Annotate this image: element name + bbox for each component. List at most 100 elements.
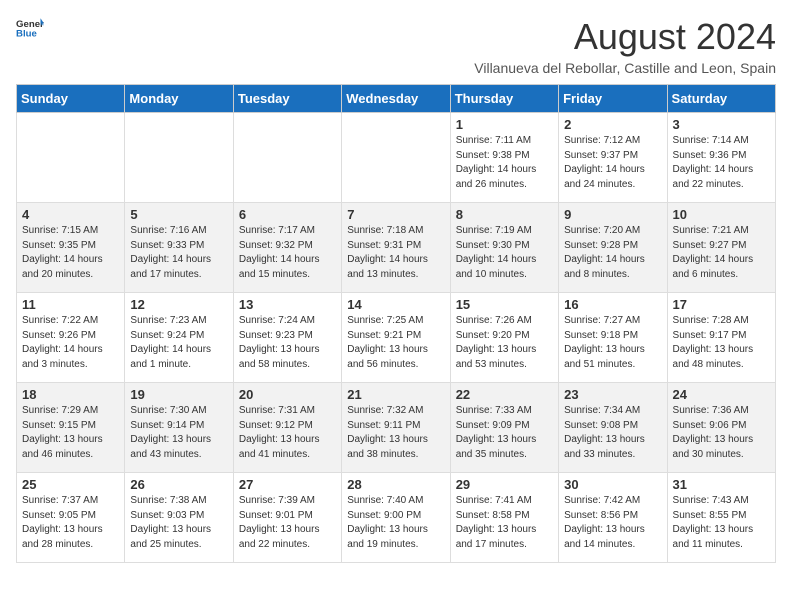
day-info: Sunrise: 7:16 AMSunset: 9:33 PMDaylight:…: [130, 224, 227, 282]
day-number: 24: [673, 387, 770, 402]
day-number: 21: [347, 387, 444, 402]
day-info: Sunrise: 7:37 AMSunset: 9:05 PMDaylight:…: [22, 494, 119, 552]
calendar-week-row: 18 Sunrise: 7:29 AMSunset: 9:15 PMDayligh…: [17, 383, 776, 473]
day-info: Sunrise: 7:24 AMSunset: 9:23 PMDaylight:…: [239, 314, 336, 372]
day-info: Sunrise: 7:29 AMSunset: 9:15 PMDaylight:…: [22, 404, 119, 462]
day-info: Sunrise: 7:19 AMSunset: 9:30 PMDaylight:…: [456, 224, 553, 282]
day-number: 9: [564, 207, 661, 222]
title-area: August 2024 Villanueva del Rebollar, Cas…: [474, 16, 776, 76]
calendar-cell: 1Sunrise: 7:11 AMSunset: 9:38 PMDaylight…: [450, 113, 558, 203]
weekday-header: Wednesday: [342, 85, 450, 113]
calendar-cell: 10 Sunrise: 7:21 AMSunset: 9:27 PMDayligh…: [667, 203, 775, 293]
day-info: Sunrise: 7:12 AMSunset: 9:37 PMDaylight:…: [564, 134, 661, 192]
weekday-header: Thursday: [450, 85, 558, 113]
day-number: 6: [239, 207, 336, 222]
calendar-cell: 21 Sunrise: 7:32 AMSunset: 9:11 PMDayligh…: [342, 383, 450, 473]
calendar-cell: 23 Sunrise: 7:34 AMSunset: 9:08 PMDayligh…: [559, 383, 667, 473]
calendar-cell: 6 Sunrise: 7:17 AMSunset: 9:32 PMDaylight…: [233, 203, 341, 293]
calendar-cell: 12Sunrise: 7:23 AMSunset: 9:24 PMDayligh…: [125, 293, 233, 383]
day-info: Sunrise: 7:20 AMSunset: 9:28 PMDaylight:…: [564, 224, 661, 282]
calendar-cell: 14 Sunrise: 7:25 AMSunset: 9:21 PMDayligh…: [342, 293, 450, 383]
logo-icon: General Blue: [16, 16, 44, 38]
day-number: 20: [239, 387, 336, 402]
day-number: 27: [239, 477, 336, 492]
day-info: Sunrise: 7:36 AMSunset: 9:06 PMDaylight:…: [673, 404, 770, 462]
day-info: Sunrise: 7:17 AMSunset: 9:32 PMDaylight:…: [239, 224, 336, 282]
calendar-cell: 29 Sunrise: 7:41 AMSunset: 8:58 PMDayligh…: [450, 473, 558, 563]
weekday-header: Friday: [559, 85, 667, 113]
day-number: 4: [22, 207, 119, 222]
day-number: 19: [130, 387, 227, 402]
day-number: 11: [22, 297, 119, 312]
day-number: 10: [673, 207, 770, 222]
calendar-cell: 31 Sunrise: 7:43 AMSunset: 8:55 PMDayligh…: [667, 473, 775, 563]
calendar-cell: 13Sunrise: 7:24 AMSunset: 9:23 PMDayligh…: [233, 293, 341, 383]
calendar-cell: 16 Sunrise: 7:27 AMSunset: 9:18 PMDayligh…: [559, 293, 667, 383]
day-number: 16: [564, 297, 661, 312]
calendar-week-row: 11 Sunrise: 7:22 AMSunset: 9:26 PMDayligh…: [17, 293, 776, 383]
day-number: 25: [22, 477, 119, 492]
page-header: General Blue August 2024 Villanueva del …: [16, 16, 776, 76]
day-info: Sunrise: 7:41 AMSunset: 8:58 PMDaylight:…: [456, 494, 553, 552]
calendar-cell: 22 Sunrise: 7:33 AMSunset: 9:09 PMDayligh…: [450, 383, 558, 473]
day-number: 15: [456, 297, 553, 312]
calendar-cell: [342, 113, 450, 203]
day-info: Sunrise: 7:25 AMSunset: 9:21 PMDaylight:…: [347, 314, 444, 372]
calendar-cell: 20 Sunrise: 7:31 AMSunset: 9:12 PMDayligh…: [233, 383, 341, 473]
day-info: Sunrise: 7:14 AMSunset: 9:36 PMDaylight:…: [673, 134, 770, 192]
day-info: Sunrise: 7:22 AMSunset: 9:26 PMDaylight:…: [22, 314, 119, 372]
day-info: Sunrise: 7:21 AMSunset: 9:27 PMDaylight:…: [673, 224, 770, 282]
calendar-cell: 26 Sunrise: 7:38 AMSunset: 9:03 PMDayligh…: [125, 473, 233, 563]
weekday-header-row: SundayMondayTuesdayWednesdayThursdayFrid…: [17, 85, 776, 113]
calendar-cell: 2Sunrise: 7:12 AMSunset: 9:37 PMDaylight…: [559, 113, 667, 203]
day-number: 14: [347, 297, 444, 312]
calendar-cell: [233, 113, 341, 203]
weekday-header: Monday: [125, 85, 233, 113]
day-info: Sunrise: 7:18 AMSunset: 9:31 PMDaylight:…: [347, 224, 444, 282]
calendar-cell: 30 Sunrise: 7:42 AMSunset: 8:56 PMDayligh…: [559, 473, 667, 563]
logo: General Blue: [16, 16, 44, 38]
calendar-cell: [125, 113, 233, 203]
day-info: Sunrise: 7:33 AMSunset: 9:09 PMDaylight:…: [456, 404, 553, 462]
day-number: 26: [130, 477, 227, 492]
svg-text:Blue: Blue: [16, 29, 37, 38]
day-number: 1: [456, 117, 553, 132]
day-info: Sunrise: 7:42 AMSunset: 8:56 PMDaylight:…: [564, 494, 661, 552]
calendar-cell: 3 Sunrise: 7:14 AMSunset: 9:36 PMDaylight…: [667, 113, 775, 203]
day-number: 3: [673, 117, 770, 132]
weekday-header: Saturday: [667, 85, 775, 113]
day-number: 12: [130, 297, 227, 312]
day-number: 22: [456, 387, 553, 402]
calendar-cell: 25 Sunrise: 7:37 AMSunset: 9:05 PMDayligh…: [17, 473, 125, 563]
month-title: August 2024: [474, 16, 776, 58]
calendar-cell: 27 Sunrise: 7:39 AMSunset: 9:01 PMDayligh…: [233, 473, 341, 563]
calendar-cell: 15 Sunrise: 7:26 AMSunset: 9:20 PMDayligh…: [450, 293, 558, 383]
day-number: 30: [564, 477, 661, 492]
day-info: Sunrise: 7:15 AMSunset: 9:35 PMDaylight:…: [22, 224, 119, 282]
day-number: 7: [347, 207, 444, 222]
day-info: Sunrise: 7:27 AMSunset: 9:18 PMDaylight:…: [564, 314, 661, 372]
calendar-cell: 17 Sunrise: 7:28 AMSunset: 9:17 PMDayligh…: [667, 293, 775, 383]
day-number: 8: [456, 207, 553, 222]
day-info: Sunrise: 7:43 AMSunset: 8:55 PMDaylight:…: [673, 494, 770, 552]
calendar-cell: 9 Sunrise: 7:20 AMSunset: 9:28 PMDaylight…: [559, 203, 667, 293]
calendar-week-row: 1Sunrise: 7:11 AMSunset: 9:38 PMDaylight…: [17, 113, 776, 203]
day-info: Sunrise: 7:39 AMSunset: 9:01 PMDaylight:…: [239, 494, 336, 552]
day-info: Sunrise: 7:26 AMSunset: 9:20 PMDaylight:…: [456, 314, 553, 372]
weekday-header: Sunday: [17, 85, 125, 113]
calendar-cell: 11 Sunrise: 7:22 AMSunset: 9:26 PMDayligh…: [17, 293, 125, 383]
day-info: Sunrise: 7:34 AMSunset: 9:08 PMDaylight:…: [564, 404, 661, 462]
day-number: 17: [673, 297, 770, 312]
day-number: 29: [456, 477, 553, 492]
day-info: Sunrise: 7:31 AMSunset: 9:12 PMDaylight:…: [239, 404, 336, 462]
day-number: 23: [564, 387, 661, 402]
day-info: Sunrise: 7:32 AMSunset: 9:11 PMDaylight:…: [347, 404, 444, 462]
day-info: Sunrise: 7:38 AMSunset: 9:03 PMDaylight:…: [130, 494, 227, 552]
day-info: Sunrise: 7:28 AMSunset: 9:17 PMDaylight:…: [673, 314, 770, 372]
calendar-cell: 5Sunrise: 7:16 AMSunset: 9:33 PMDaylight…: [125, 203, 233, 293]
calendar-cell: 7 Sunrise: 7:18 AMSunset: 9:31 PMDaylight…: [342, 203, 450, 293]
day-number: 31: [673, 477, 770, 492]
calendar-week-row: 4 Sunrise: 7:15 AMSunset: 9:35 PMDaylight…: [17, 203, 776, 293]
day-number: 18: [22, 387, 119, 402]
calendar-cell: 8 Sunrise: 7:19 AMSunset: 9:30 PMDaylight…: [450, 203, 558, 293]
